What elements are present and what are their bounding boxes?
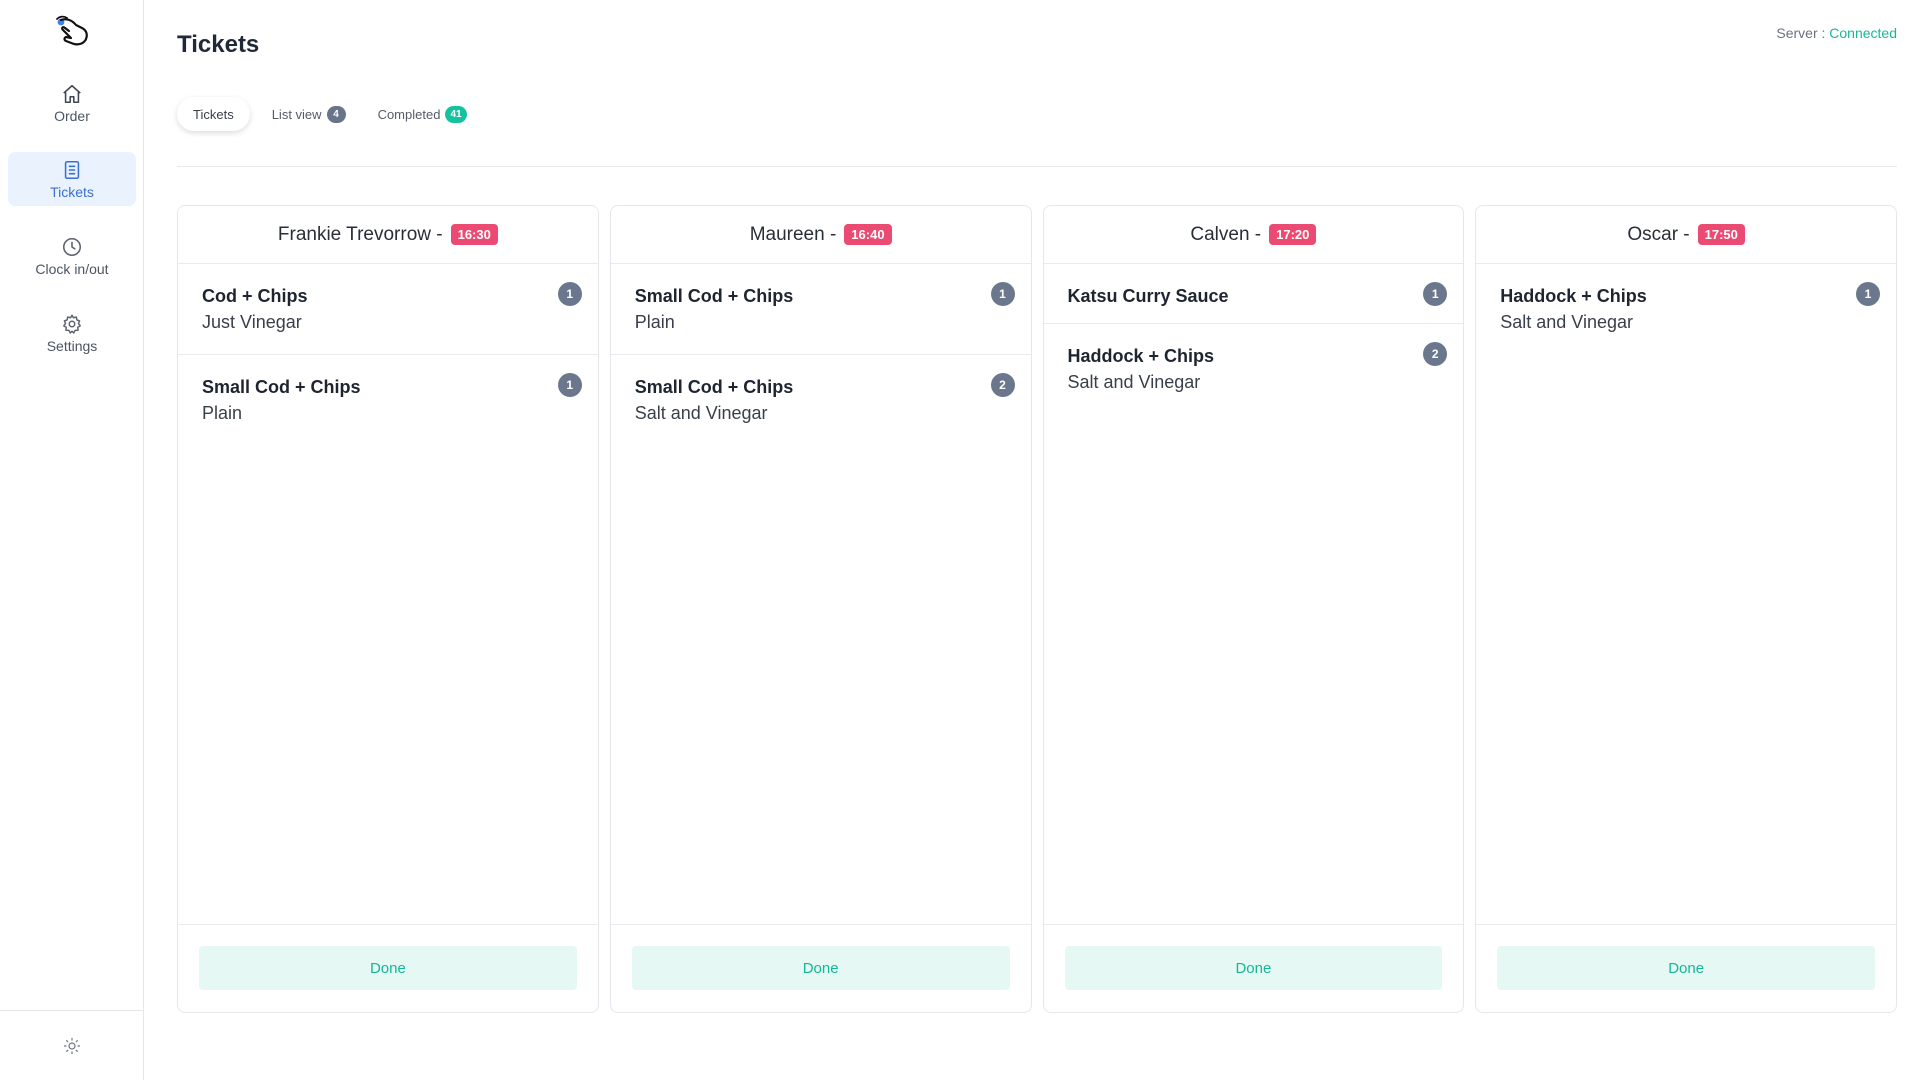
ticket-footer: Done — [1476, 924, 1896, 1012]
main-content: Tickets Server : Connected Tickets List … — [177, 0, 1897, 1080]
sidebar: Order Tickets Clock in/out Settings — [0, 0, 144, 1080]
item-quantity-badge: 1 — [990, 282, 1015, 306]
ticket-header: Maureen - 16:40 — [610, 206, 1031, 264]
ticket-items: Katsu Curry Sauce 1 Haddock + Chips Salt… — [1043, 264, 1464, 924]
completed-count-badge: 41 — [445, 105, 467, 123]
ticket-footer: Done — [1043, 924, 1464, 1012]
sidebar-item-order[interactable]: Order — [8, 76, 136, 130]
ticket-item: Haddock + Chips Salt and Vinegar 2 — [1044, 324, 1464, 414]
ticket-item: Small Cod + Chips Plain 1 — [178, 355, 598, 445]
sun-icon[interactable] — [63, 1037, 81, 1055]
done-button[interactable]: Done — [1497, 946, 1875, 990]
item-name: Katsu Curry Sauce — [1067, 286, 1229, 306]
item-modifier: Just Vinegar — [202, 312, 302, 332]
tickets-icon — [64, 160, 80, 179]
item-modifier: Salt and Vinegar — [1500, 312, 1634, 332]
item-name: Haddock + Chips — [1067, 346, 1215, 366]
item-name: Small Cod + Chips — [202, 377, 361, 397]
sidebar-item-label: Clock in/out — [35, 260, 109, 277]
sidebar-item-label: Settings — [46, 337, 98, 354]
ticket-item: Cod + Chips Just Vinegar 1 — [178, 264, 598, 355]
ticket-card: Maureen - 16:40 Small Cod + Chips Plain … — [609, 205, 1032, 1013]
item-modifier: Plain — [202, 403, 243, 423]
done-button[interactable]: Done — [1064, 946, 1443, 990]
item-quantity-badge: 2 — [990, 373, 1015, 397]
tab-tickets[interactable]: Tickets — [177, 97, 250, 131]
tab-completed[interactable]: Completed 41 — [362, 97, 483, 131]
item-quantity-badge: 1 — [557, 282, 582, 306]
tab-list-view[interactable]: List view 4 — [256, 97, 362, 131]
ticket-customer: Maureen - — [749, 223, 837, 245]
ticket-items: Small Cod + Chips Plain 1 Small Cod + Ch… — [610, 264, 1031, 924]
list-view-count-badge: 4 — [326, 105, 346, 123]
ticket-header: Calven - 17:20 — [1043, 206, 1464, 264]
ticket-header: Oscar - 17:50 — [1476, 206, 1896, 264]
sidebar-item-settings[interactable]: Settings — [8, 306, 136, 360]
item-name: Haddock + Chips — [1500, 286, 1647, 306]
ticket-time-badge: 17:50 — [1697, 224, 1745, 245]
tab-label: Tickets — [193, 106, 234, 122]
ticket-card: Oscar - 17:50 Haddock + Chips Salt and V… — [1475, 205, 1897, 1013]
item-quantity-badge: 1 — [1423, 282, 1448, 306]
ticket-time-badge: 17:20 — [1269, 224, 1317, 245]
ticket-board: Frankie Trevorrow - 16:30 Cod + Chips Ju… — [177, 205, 1897, 1013]
view-tabs: Tickets List view 4 Completed 41 — [177, 97, 483, 131]
ticket-item: Small Cod + Chips Plain 1 — [610, 264, 1031, 355]
ticket-footer: Done — [178, 924, 598, 1012]
clock-icon — [62, 237, 82, 256]
item-name: Small Cod + Chips — [634, 377, 794, 397]
gear-icon — [63, 314, 81, 334]
sidebar-footer — [0, 1010, 144, 1080]
divider — [177, 166, 1897, 167]
done-button[interactable]: Done — [199, 946, 577, 990]
ticket-items: Cod + Chips Just Vinegar 1 Small Cod + C… — [178, 264, 598, 924]
item-modifier: Salt and Vinegar — [1067, 372, 1201, 392]
server-status: Server : Connected — [1776, 25, 1897, 41]
ticket-customer: Oscar - — [1627, 223, 1690, 245]
server-status-label: Server : — [1776, 25, 1830, 41]
item-name: Cod + Chips — [202, 286, 308, 306]
item-modifier: Salt and Vinegar — [634, 403, 768, 423]
ticket-item: Haddock + Chips Salt and Vinegar 1 — [1476, 264, 1896, 354]
ticket-customer: Frankie Trevorrow - — [277, 223, 443, 245]
ticket-item: Katsu Curry Sauce 1 — [1043, 264, 1464, 324]
sidebar-item-clock[interactable]: Clock in/out — [8, 229, 136, 283]
item-name: Small Cod + Chips — [634, 286, 794, 306]
page-title: Tickets — [177, 31, 260, 58]
ticket-footer: Done — [610, 924, 1031, 1012]
item-modifier: Plain — [634, 312, 675, 332]
item-quantity-badge: 1 — [1856, 282, 1880, 306]
ticket-time-badge: 16:30 — [450, 224, 498, 245]
ticket-header: Frankie Trevorrow - 16:30 — [178, 206, 598, 264]
sidebar-item-label: Order — [54, 107, 90, 124]
ticket-items: Haddock + Chips Salt and Vinegar 1 — [1476, 264, 1896, 924]
done-button[interactable]: Done — [631, 946, 1010, 990]
item-quantity-badge: 1 — [557, 373, 582, 397]
home-icon — [63, 84, 81, 103]
server-status-value: Connected — [1829, 25, 1897, 41]
sidebar-item-tickets[interactable]: Tickets — [8, 152, 136, 206]
ticket-card: Calven - 17:20 Katsu Curry Sauce 1 Haddo… — [1042, 205, 1465, 1013]
tab-label: Completed — [377, 106, 441, 122]
tab-label: List view — [271, 106, 322, 122]
ticket-card: Frankie Trevorrow - 16:30 Cod + Chips Ju… — [177, 205, 599, 1013]
ticket-time-badge: 16:40 — [844, 224, 892, 245]
hand-pointer-icon[interactable] — [52, 14, 92, 50]
item-quantity-badge: 2 — [1423, 342, 1448, 366]
ticket-item: Small Cod + Chips Salt and Vinegar 2 — [611, 355, 1031, 445]
sidebar-item-label: Tickets — [50, 183, 94, 200]
ticket-customer: Calven - — [1190, 223, 1262, 245]
